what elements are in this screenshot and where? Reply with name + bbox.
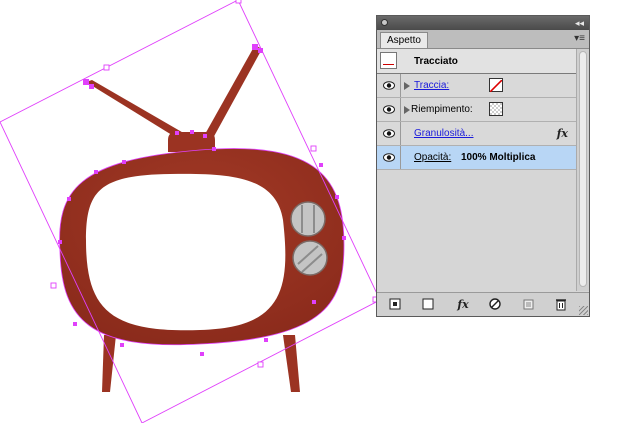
new-layer-icon[interactable] <box>387 297 403 313</box>
disclosure-triangle-icon[interactable] <box>404 106 410 114</box>
tv-knob-top <box>290 201 326 237</box>
eye-icon[interactable] <box>383 153 395 162</box>
panel-menu-icon[interactable]: ▾≡ <box>574 32 585 46</box>
fill-label[interactable]: Riempimento: <box>411 98 473 121</box>
panel-tab-row: Aspetto ▾≡ <box>377 30 589 49</box>
appearance-attribute-list: Tracciato Traccia: Riempimento: Granulos… <box>377 49 576 170</box>
appearance-panel: ◂◂ Aspetto ▾≡ Tracciato Traccia: Riempim… <box>376 15 590 317</box>
vertical-scrollbar[interactable] <box>576 49 589 291</box>
new-item-icon[interactable] <box>420 297 436 313</box>
visibility-toggle[interactable] <box>377 146 401 169</box>
fx-menu-icon[interactable]: fx <box>455 297 471 313</box>
visibility-toggle[interactable] <box>377 98 401 121</box>
tv-knob-bottom <box>292 240 328 276</box>
tv-antenna-left <box>86 80 187 140</box>
appearance-header-row[interactable]: Tracciato <box>377 49 576 74</box>
panel-titlebar[interactable]: ◂◂ <box>377 16 589 30</box>
row-traccia[interactable]: Traccia: <box>377 74 576 98</box>
eye-icon[interactable] <box>383 129 395 138</box>
path-thumbnail <box>380 52 397 69</box>
visibility-toggle[interactable] <box>377 74 401 97</box>
resize-grip[interactable] <box>579 306 588 315</box>
fx-icon[interactable]: fx <box>557 122 568 145</box>
clear-icon[interactable] <box>487 297 503 313</box>
collapse-icon[interactable]: ◂◂ <box>575 17 584 29</box>
tv-leg-right <box>283 335 300 392</box>
close-icon[interactable] <box>381 19 388 26</box>
trash-icon[interactable] <box>553 297 569 313</box>
tab-aspetto[interactable]: Aspetto <box>380 32 428 48</box>
grain-effect-link[interactable]: Granulosità... <box>414 122 473 145</box>
stroke-label[interactable]: Traccia: <box>414 74 449 97</box>
disclosure-triangle-icon[interactable] <box>404 82 410 90</box>
panel-bottom-toolbar: fx <box>377 292 589 316</box>
duplicate-icon[interactable] <box>520 297 536 313</box>
eye-icon[interactable] <box>383 105 395 114</box>
header-title: Tracciato <box>414 56 458 67</box>
row-riempimento[interactable]: Riempimento: <box>377 98 576 122</box>
visibility-toggle[interactable] <box>377 122 401 145</box>
opacity-value: 100% Moltiplica <box>461 152 536 163</box>
row-granulosita[interactable]: Granulosità... fx <box>377 122 576 146</box>
eye-icon[interactable] <box>383 81 395 90</box>
fill-swatch[interactable] <box>489 102 503 116</box>
opacity-label[interactable]: Opacità: <box>414 146 451 169</box>
tv-antenna-right <box>204 45 262 140</box>
row-opacita[interactable]: Opacità: 100% Moltiplica <box>377 146 576 170</box>
scroll-thumb[interactable] <box>579 51 587 287</box>
stroke-swatch[interactable] <box>489 78 503 93</box>
